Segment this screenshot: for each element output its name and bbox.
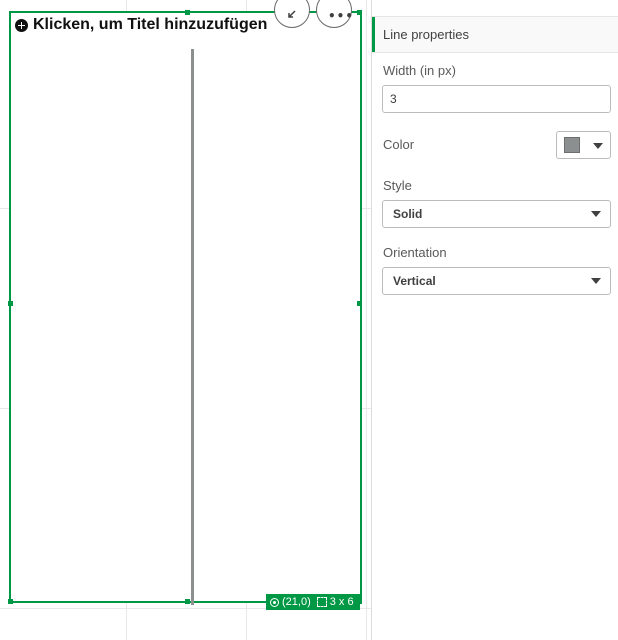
collapse-icon (288, 10, 296, 18)
chevron-down-icon (593, 143, 603, 149)
orientation-dropdown[interactable]: Vertical (382, 267, 611, 295)
chevron-down-icon (591, 278, 601, 284)
sheet-canvas: ••• Klicken, um Titel hinzuzufügen (21,0… (0, 0, 371, 640)
plus-circle-icon (15, 18, 28, 32)
exit-fullscreen-button[interactable] (274, 0, 310, 28)
orientation-label: Orientation (383, 245, 447, 260)
grid-line (366, 0, 367, 640)
size-readout: 3 x 6 (329, 596, 354, 608)
resize-handle-left[interactable] (8, 301, 13, 306)
title-placeholder: Klicken, um Titel hinzuzufügen (33, 16, 268, 33)
width-label: Width (in px) (383, 63, 456, 78)
position-size-badge: (21,0) 3 x 6 (266, 594, 360, 610)
line-properties-header[interactable]: Line properties (372, 16, 618, 53)
style-selected-value: Solid (393, 207, 423, 221)
color-picker-button[interactable] (556, 131, 611, 159)
panel-title: Line properties (383, 27, 469, 42)
more-options-button[interactable]: ••• (316, 0, 355, 28)
more-icon: ••• (328, 9, 355, 23)
position-icon (270, 597, 279, 607)
resize-handle-right[interactable] (357, 301, 362, 306)
color-swatch (564, 137, 580, 153)
chevron-down-icon (591, 211, 601, 217)
color-label: Color (383, 137, 415, 152)
active-indicator (372, 17, 375, 52)
width-input[interactable] (382, 85, 611, 113)
style-dropdown[interactable]: Solid (382, 200, 611, 228)
size-icon (316, 597, 327, 607)
properties-panel: Line properties Width (in px) Color Styl… (371, 0, 618, 640)
resize-handle-bottom[interactable] (185, 599, 190, 604)
style-label: Style (383, 178, 412, 193)
vertical-line (191, 49, 194, 605)
line-object[interactable]: ••• Klicken, um Titel hinzuzufügen (8, 0, 362, 605)
resize-handle-top-right[interactable] (357, 10, 362, 15)
resize-handle-top[interactable] (185, 10, 190, 15)
resize-handle-bottom-left[interactable] (8, 599, 13, 604)
orientation-selected-value: Vertical (393, 274, 436, 288)
position-readout: (21,0) (282, 596, 311, 608)
add-title-button[interactable]: Klicken, um Titel hinzuzufügen (15, 16, 267, 34)
